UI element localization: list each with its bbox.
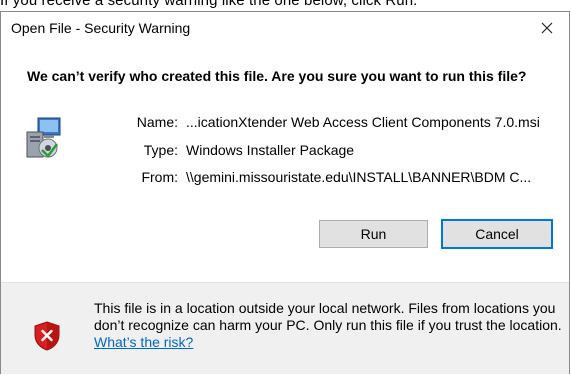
field-label-from: From: [141, 169, 178, 185]
field-value-from: \\gemini.missouristate.edu\INSTALL\BANNE… [186, 169, 532, 185]
warning-message: This file is in a location outside your … [94, 300, 564, 351]
security-warning-dialog: Open File - Security Warning We can’t ve… [0, 11, 570, 374]
field-label-type: Type: [143, 142, 178, 158]
close-icon [541, 22, 553, 34]
background-instruction-text: If you receive a security warning like t… [0, 0, 418, 9]
title-bar: Open File - Security Warning [1, 12, 569, 44]
installer-package-icon [26, 117, 61, 158]
dialog-headline: We can’t verify who created this file. A… [27, 68, 527, 84]
cancel-button[interactable]: Cancel [441, 219, 553, 249]
warning-footer: This file is in a location outside your … [1, 283, 569, 374]
dialog-title: Open File - Security Warning [11, 20, 191, 36]
shield-warning-icon [34, 321, 60, 351]
field-label-name: Name: [136, 114, 178, 130]
run-button[interactable]: Run [319, 220, 428, 248]
field-value-name: ...icationXtender Web Access Client Comp… [186, 114, 540, 130]
whats-the-risk-link[interactable]: What’s the risk? [94, 334, 193, 350]
close-button[interactable] [525, 12, 569, 44]
warning-text: This file is in a location outside your … [94, 300, 562, 333]
field-value-type: Windows Installer Package [186, 142, 355, 158]
